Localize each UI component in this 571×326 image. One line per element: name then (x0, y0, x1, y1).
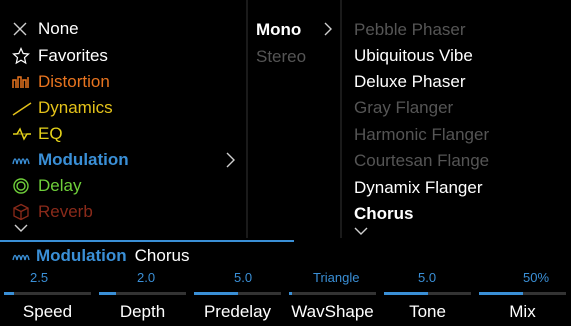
category-label: Distortion (38, 72, 110, 91)
param-slider[interactable] (289, 292, 376, 295)
param-name: Tone (409, 302, 446, 321)
delay-icon (12, 177, 34, 195)
param-level (289, 292, 293, 295)
close-icon (12, 20, 34, 38)
dynamics-icon (12, 99, 34, 117)
model-item[interactable]: Dynamix Flanger (354, 178, 483, 198)
distortion-icon (12, 73, 34, 91)
param-slider[interactable] (99, 292, 186, 295)
param-name: Mix (509, 302, 536, 321)
category-dynamics[interactable]: Dynamics (12, 95, 113, 121)
param-depth[interactable]: 2.0 Depth (95, 268, 190, 326)
category-label: None (38, 19, 79, 38)
category-list: None Favorites Distortion Dynamics EQ Mo… (0, 0, 246, 238)
category-distortion[interactable]: Distortion (12, 69, 110, 95)
model-item[interactable]: Gray Flanger (354, 98, 453, 118)
param-predelay[interactable]: 5.0 Predelay (190, 268, 285, 326)
param-tone[interactable]: 5.0 Tone (380, 268, 475, 326)
category-label: Reverb (38, 202, 93, 221)
block-title: Modulation Chorus (12, 246, 189, 266)
modulation-icon (12, 249, 34, 263)
category-favorites[interactable]: Favorites (12, 43, 108, 69)
param-level (4, 292, 15, 295)
param-mix[interactable]: 50% Mix (475, 268, 570, 326)
param-name: Depth (119, 302, 166, 321)
param-name: Predelay (203, 302, 272, 321)
model-item[interactable]: Ubiquitous Vibe (354, 46, 473, 66)
block-category: Modulation (36, 246, 127, 265)
category-label: Delay (38, 176, 82, 195)
category-label: Modulation (38, 150, 129, 169)
eq-icon (12, 125, 34, 143)
block-model: Chorus (134, 246, 190, 265)
param-name: WavShape (291, 302, 374, 321)
model-item[interactable]: Courtesan Flange (354, 151, 489, 171)
param-name: Speed (22, 302, 73, 321)
param-level (479, 292, 523, 295)
param-slider[interactable] (384, 292, 471, 295)
chevron-down-icon[interactable] (354, 226, 368, 236)
param-slider[interactable] (4, 292, 91, 295)
param-slider[interactable] (479, 292, 566, 295)
selection-underline (0, 240, 294, 242)
model-item[interactable]: Harmonic Flanger (354, 125, 489, 145)
param-level (194, 292, 238, 295)
category-none[interactable]: None (12, 16, 79, 42)
chevron-down-icon[interactable] (14, 222, 28, 234)
param-value: 2.5 (30, 270, 49, 285)
param-wavshape[interactable]: Triangle WavShape (285, 268, 380, 326)
param-speed[interactable]: 2.5 Speed (0, 268, 95, 326)
param-value: 2.0 (137, 270, 156, 285)
chevron-right-icon[interactable] (224, 150, 238, 170)
model-item[interactable]: Deluxe Phaser (354, 72, 466, 92)
param-level (384, 292, 428, 295)
reverb-icon (12, 203, 34, 221)
category-label: Favorites (38, 46, 108, 65)
chevron-right-icon[interactable] (322, 20, 334, 38)
param-value: 5.0 (418, 270, 437, 285)
model-browser-screen: None Favorites Distortion Dynamics EQ Mo… (0, 0, 571, 326)
model-item[interactable]: Pebble Phaser (354, 20, 466, 40)
param-value: Triangle (313, 270, 360, 285)
channel-stereo[interactable]: Stereo (256, 47, 306, 67)
category-eq[interactable]: EQ (12, 121, 63, 147)
category-label: EQ (38, 124, 63, 143)
model-item-selected[interactable]: Chorus (354, 204, 414, 224)
star-icon (12, 47, 34, 65)
category-label: Dynamics (38, 98, 113, 117)
category-modulation[interactable]: Modulation (12, 147, 129, 173)
param-slider[interactable] (194, 292, 281, 295)
modulation-icon (12, 151, 34, 169)
model-list: Pebble Phaser Ubiquitous Vibe Deluxe Pha… (342, 0, 571, 238)
param-value: 50% (523, 270, 550, 285)
channel-mono[interactable]: Mono (256, 20, 301, 40)
param-value: 5.0 (234, 270, 253, 285)
category-delay[interactable]: Delay (12, 173, 81, 199)
param-level (99, 292, 117, 295)
